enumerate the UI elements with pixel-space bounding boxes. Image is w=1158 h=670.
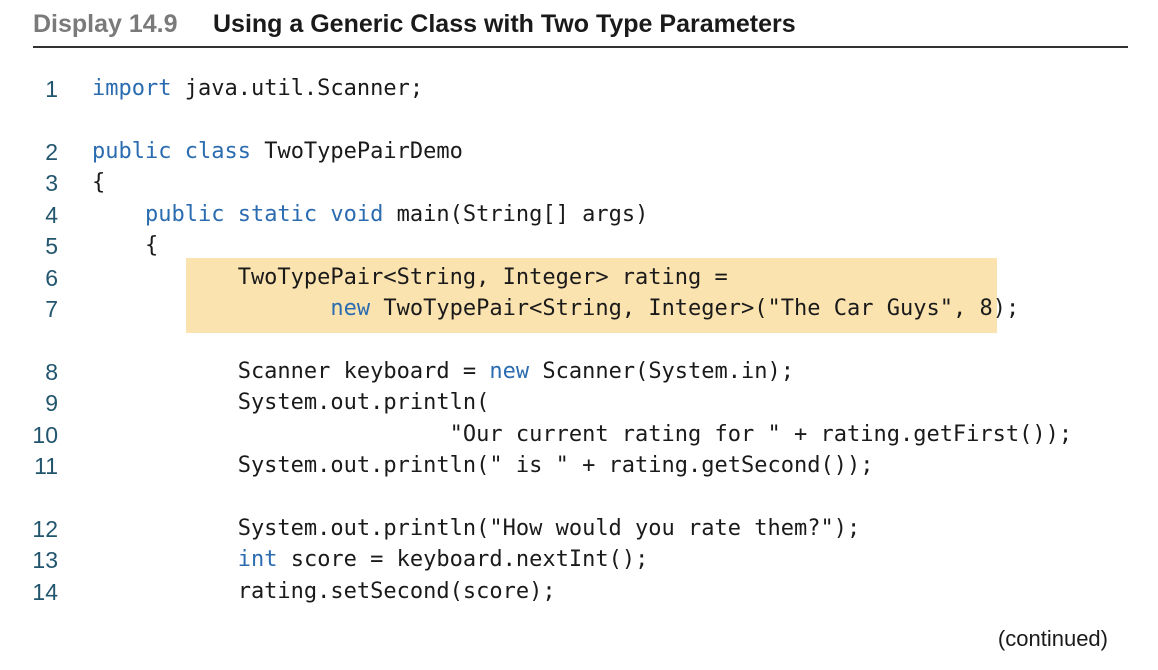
code-token: main(String[] args) <box>383 202 649 227</box>
line-number: 8 <box>45 359 58 385</box>
code-token: { <box>92 233 159 258</box>
display-label: Display 14.9 <box>33 10 178 38</box>
code-text: TwoTypePair<String, Integer> rating = <box>92 262 728 294</box>
line-number: 4 <box>45 202 58 228</box>
line-number: 6 <box>45 265 58 291</box>
code-text: rating.setSecond(score); <box>92 576 556 608</box>
code-token: TwoTypePairDemo <box>250 139 463 164</box>
code-text: { <box>92 230 158 262</box>
code-text: { <box>92 167 105 199</box>
line-number: 14 <box>32 579 58 605</box>
code-text: "Our current rating for " + rating.getFi… <box>92 419 1073 451</box>
line-number: 3 <box>45 170 58 196</box>
code-text: System.out.println(" is " + rating.getSe… <box>92 450 874 482</box>
code-token: System.out.println("How would you rate t… <box>92 516 861 541</box>
code-keyword: new <box>489 359 530 384</box>
display-header: Display 14.9 Using a Generic Class with … <box>33 6 1128 48</box>
line-number: 13 <box>32 547 58 573</box>
line-number: 7 <box>45 296 58 322</box>
code-text: public class TwoTypePairDemo <box>92 136 463 168</box>
line-number: 9 <box>45 390 58 416</box>
code-text: Scanner keyboard = new Scanner(System.in… <box>92 356 794 388</box>
code-token: System.out.println( <box>92 390 490 415</box>
code-token: java.util.Scanner; <box>171 76 424 101</box>
line-number: 1 <box>45 76 58 102</box>
code-token: Scanner keyboard = <box>92 359 490 384</box>
line-number: 2 <box>45 139 58 165</box>
line-number: 10 <box>32 422 58 448</box>
line-number: 12 <box>32 516 58 542</box>
code-text: new TwoTypePair<String, Integer>("The Ca… <box>92 293 1019 325</box>
code-text: System.out.println("How would you rate t… <box>92 513 861 545</box>
display-title: Using a Generic Class with Two Type Para… <box>213 10 796 38</box>
line-number: 5 <box>45 233 58 259</box>
code-token: score = keyboard.nextInt(); <box>277 547 649 572</box>
code-token: Scanner(System.in); <box>529 359 795 384</box>
code-keyword: new <box>330 296 371 321</box>
code-text: public static void main(String[] args) <box>92 199 648 231</box>
code-keyword: import <box>92 76 172 101</box>
code-keyword: public static void <box>144 202 384 227</box>
code-text: import java.util.Scanner; <box>92 73 423 105</box>
code-keyword: public class <box>92 139 251 164</box>
code-token: TwoTypePair<String, Integer>("The Car Gu… <box>370 296 1020 321</box>
code-token: System.out.println(" is " + rating.getSe… <box>92 453 874 478</box>
code-keyword: int <box>237 547 278 572</box>
code-text: System.out.println( <box>92 387 490 419</box>
code-text: int score = keyboard.nextInt(); <box>92 544 649 576</box>
continued-label: (continued) <box>997 626 1108 651</box>
code-token: TwoTypePair<String, Integer> rating = <box>92 265 728 290</box>
line-number: 11 <box>34 453 58 479</box>
code-token: "Our current rating for " + rating.getFi… <box>92 422 1073 447</box>
code-token: rating.setSecond(score); <box>92 579 556 604</box>
code-token: { <box>92 170 106 195</box>
